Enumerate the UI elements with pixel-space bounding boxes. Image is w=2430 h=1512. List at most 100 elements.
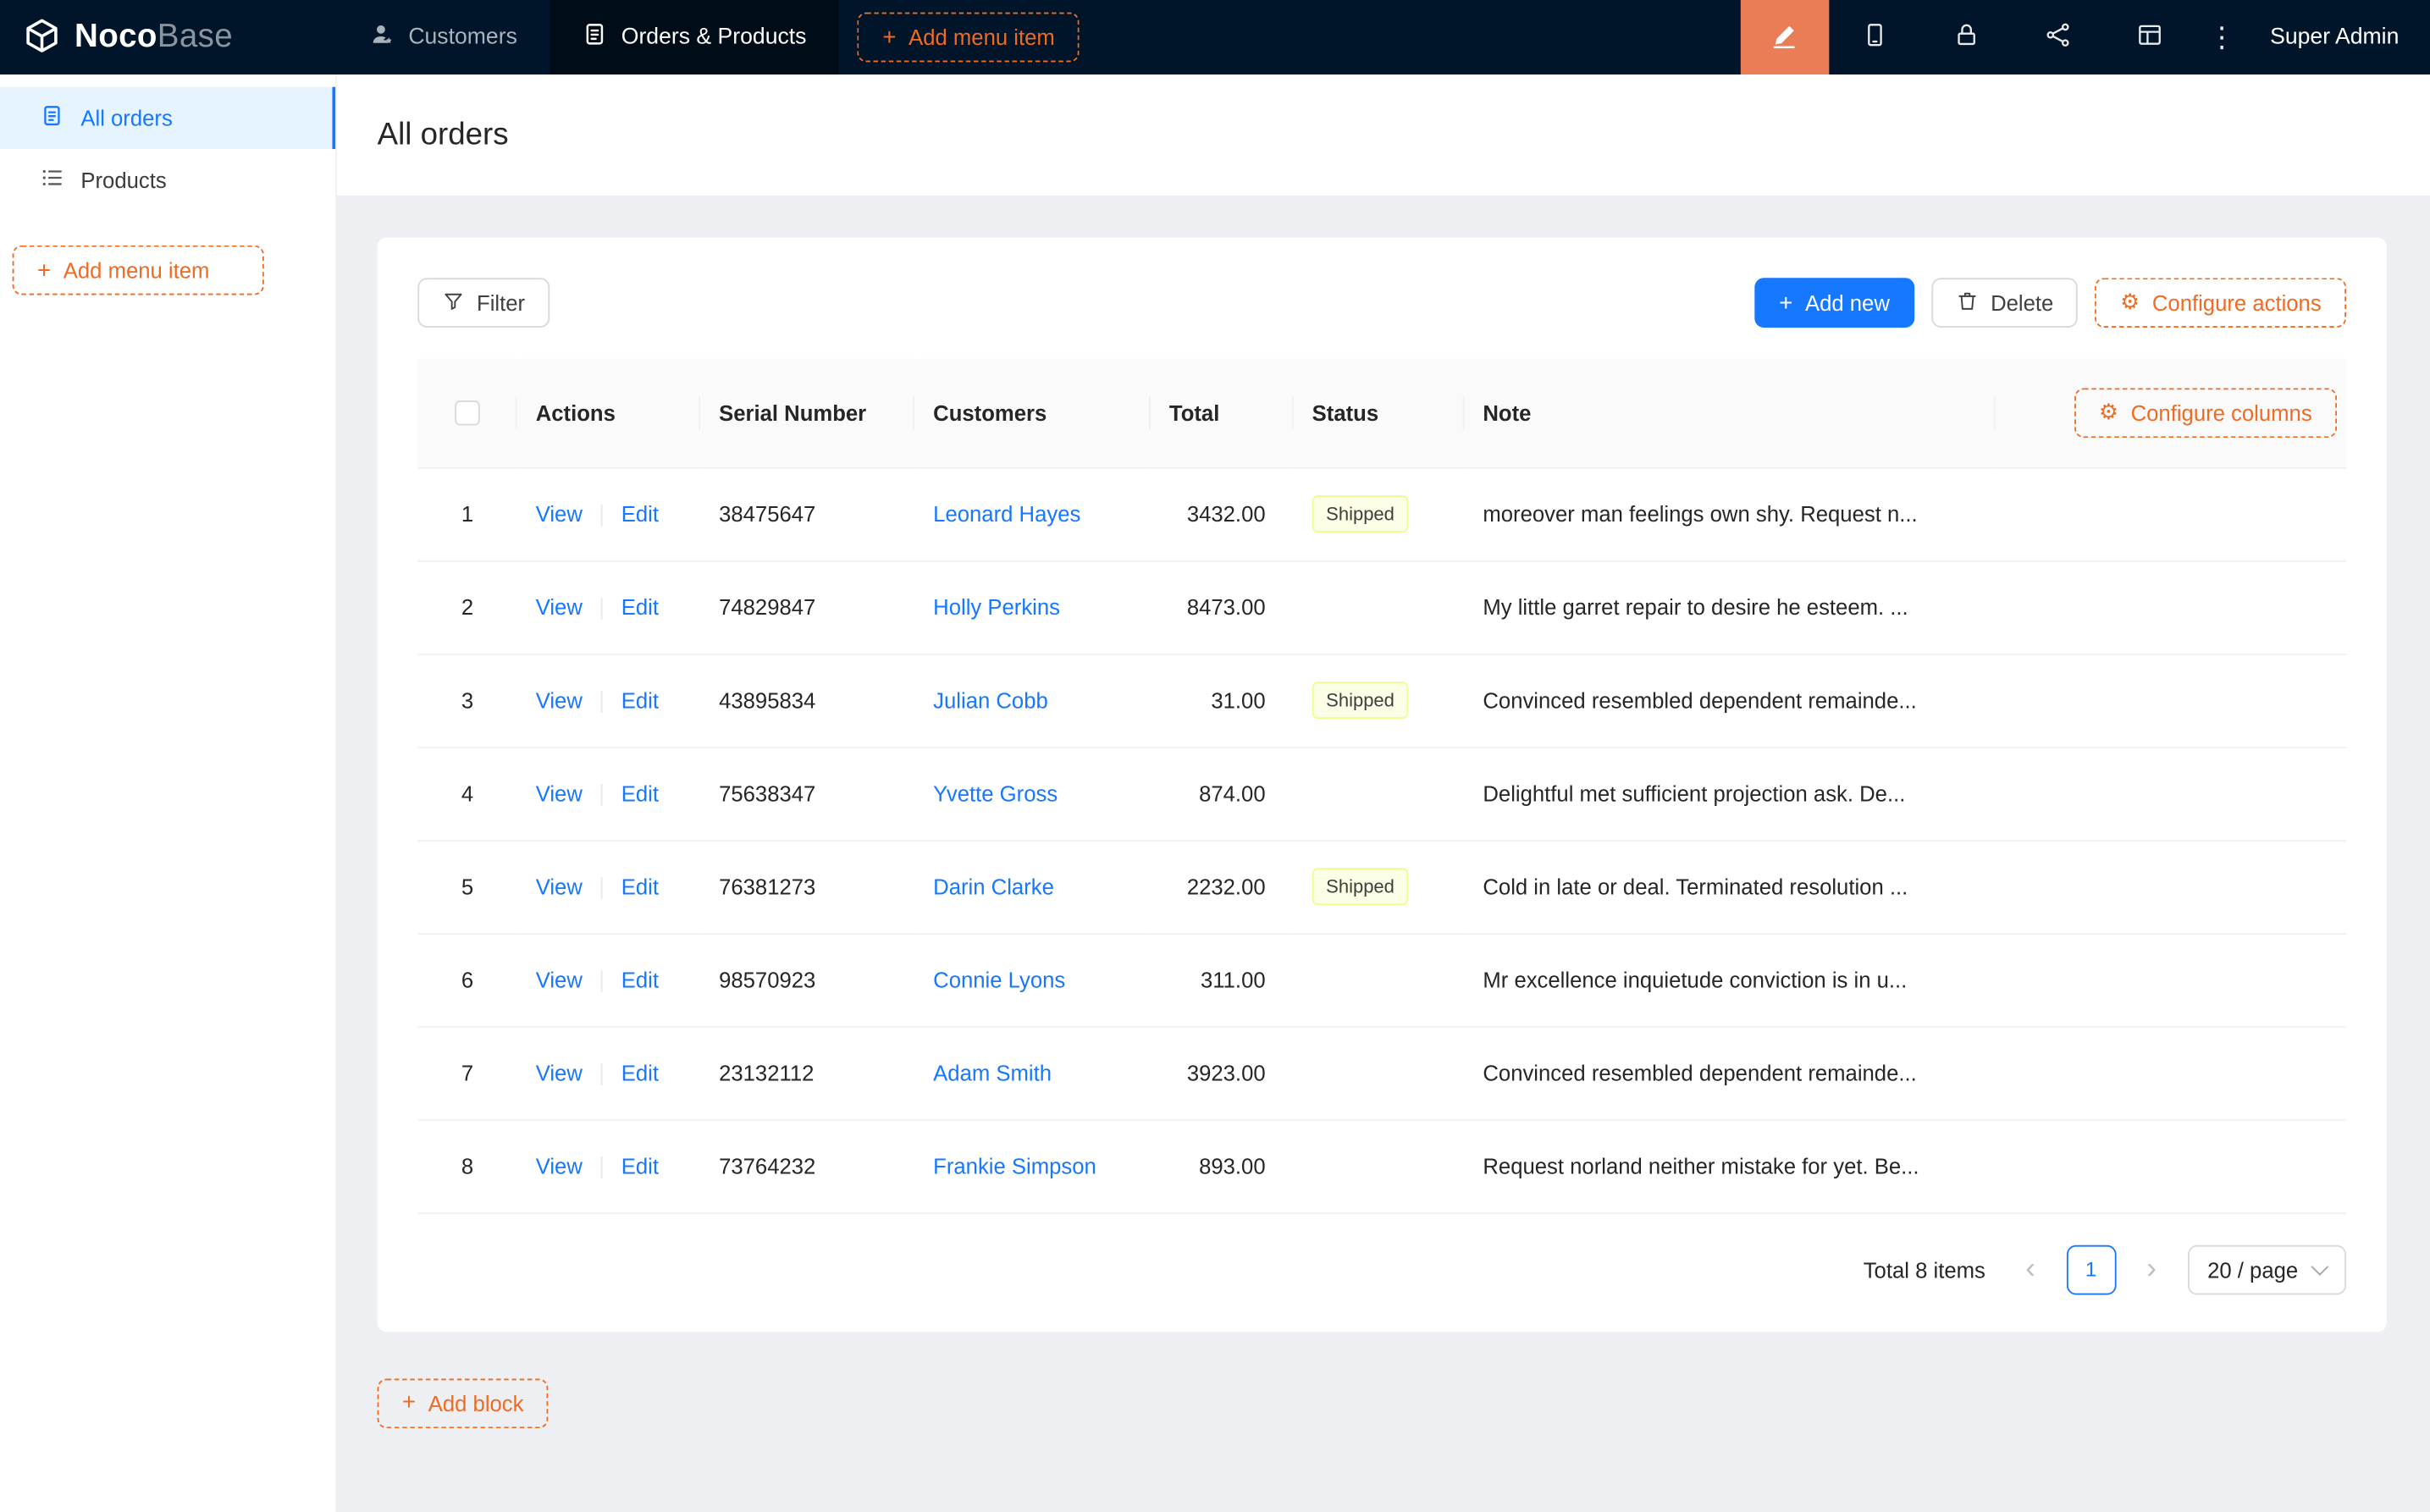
column-header-total: Total <box>1151 359 1294 467</box>
edit-link[interactable]: Edit <box>621 967 659 991</box>
edit-link[interactable]: Edit <box>621 687 659 712</box>
configure-columns-button[interactable]: ⚙ Configure columns <box>2074 388 2337 438</box>
ui-editor-button[interactable] <box>1741 0 1830 74</box>
configure-actions-button[interactable]: ⚙ Configure actions <box>2096 278 2346 328</box>
trash-icon <box>1957 290 1979 316</box>
link-divider <box>601 505 603 527</box>
lock-icon-button[interactable] <box>1920 0 2012 74</box>
edit-link[interactable]: Edit <box>621 874 659 898</box>
edit-link[interactable]: Edit <box>621 1153 659 1178</box>
view-link[interactable]: View <box>536 594 583 619</box>
total-value: 874.00 <box>1151 747 1294 840</box>
filter-button[interactable]: Filter <box>417 278 550 328</box>
page-size-select[interactable]: 20 / page <box>2187 1244 2346 1294</box>
table-row: 1 View Edit 38475647 Leonard Hayes 3432.0… <box>417 467 2346 560</box>
link-divider <box>601 1063 603 1085</box>
lock-icon <box>1953 22 1980 53</box>
total-value: 3432.00 <box>1151 467 1294 560</box>
serial-number: 43895834 <box>700 654 914 747</box>
table-row: 3 ViewEdit 43895834 Julian Cobb 31.00 Sh… <box>417 654 2346 747</box>
column-header-status: Status <box>1294 359 1465 467</box>
row-index: 7 <box>417 1026 516 1119</box>
row-index: 5 <box>417 840 516 933</box>
table-row: 5 ViewEdit 76381273 Darin Clarke 2232.00… <box>417 840 2346 933</box>
customer-link[interactable]: Frankie Simpson <box>933 1154 1096 1178</box>
view-link[interactable]: View <box>536 1060 583 1084</box>
app: NocoBase Customers <box>0 0 2430 1512</box>
highlighter-icon <box>1771 21 1799 54</box>
edit-link[interactable]: Edit <box>621 781 659 805</box>
next-page-button[interactable]: › <box>2131 1244 2172 1294</box>
customer-link[interactable]: Leonard Hayes <box>933 501 1080 526</box>
edit-link[interactable]: Edit <box>621 594 659 619</box>
add-menu-item-button-sidebar[interactable]: + Add menu item <box>13 246 264 295</box>
total-value: 893.00 <box>1151 1119 1294 1212</box>
nav-item-label: Customers <box>408 25 517 49</box>
page-title: All orders <box>378 117 509 152</box>
app-body: All orders Products + Add menu item All … <box>0 74 2430 1512</box>
total-value: 311.00 <box>1151 933 1294 1026</box>
customer-link[interactable]: Julian Cobb <box>933 687 1048 712</box>
link-divider <box>601 970 603 992</box>
chevron-down-icon <box>2311 1257 2328 1275</box>
add-menu-item-button-navbar[interactable]: + Add menu item <box>858 13 1080 63</box>
share-icon <box>2045 22 2071 53</box>
total-value: 31.00 <box>1151 654 1294 747</box>
nav-item-label: Orders & Products <box>621 25 807 49</box>
sidebar-item-label: All orders <box>80 106 172 130</box>
view-link[interactable]: View <box>536 781 583 805</box>
pagination: Total 8 items ‹ 1 › 20 / page <box>417 1244 2346 1294</box>
more-menu-button[interactable]: ⋮ <box>2195 0 2248 74</box>
view-link[interactable]: View <box>536 501 583 526</box>
row-index: 8 <box>417 1119 516 1212</box>
customer-link[interactable]: Holly Perkins <box>933 594 1060 619</box>
kebab-icon: ⋮ <box>2208 21 2236 54</box>
row-index: 3 <box>417 654 516 747</box>
prev-page-button[interactable]: ‹ <box>2010 1244 2051 1294</box>
edit-link[interactable]: Edit <box>621 1060 659 1084</box>
orders-table-block: Filter + Add new <box>378 238 2387 1332</box>
serial-number: 74829847 <box>700 560 914 654</box>
status-tag: Shipped <box>1312 868 1409 905</box>
view-link[interactable]: View <box>536 1153 583 1178</box>
top-menu: Customers Orders & Products + Add menu i… <box>337 0 1080 74</box>
customer-link[interactable]: Yvette Gross <box>933 781 1058 805</box>
note-text: My little garret repair to desire he est… <box>1464 560 1995 654</box>
nav-item-orders-products[interactable]: Orders & Products <box>550 0 839 74</box>
sidebar-item-products[interactable]: Products <box>0 149 335 211</box>
sidebar-item-all-orders[interactable]: All orders <box>0 87 335 149</box>
link-divider <box>601 598 603 620</box>
user-menu[interactable]: Super Admin <box>2248 25 2430 49</box>
serial-number: 73764232 <box>700 1119 914 1212</box>
row-index: 4 <box>417 747 516 840</box>
note-text: Convinced resembled dependent remainde..… <box>1464 654 1995 747</box>
page-1-button[interactable]: 1 <box>2066 1244 2116 1294</box>
table-toolbar: Filter + Add new <box>417 278 2346 328</box>
view-link[interactable]: View <box>536 967 583 991</box>
add-new-button[interactable]: + Add new <box>1754 278 1914 328</box>
table-row: 4 ViewEdit 75638347 Yvette Gross 874.00 … <box>417 747 2346 840</box>
view-link[interactable]: View <box>536 687 583 712</box>
delete-button[interactable]: Delete <box>1931 278 2078 328</box>
link-divider <box>601 877 603 899</box>
edit-link[interactable]: Edit <box>621 501 659 526</box>
nav-item-customers[interactable]: Customers <box>337 0 550 74</box>
layout-icon-button[interactable] <box>2104 0 2195 74</box>
nocobase-logo-icon <box>22 14 63 59</box>
tablet-icon-button[interactable] <box>1829 0 1920 74</box>
view-link[interactable]: View <box>536 874 583 898</box>
table-row: 7 ViewEdit 23132112 Adam Smith 3923.00 C… <box>417 1026 2346 1119</box>
share-icon-button[interactable] <box>2013 0 2104 74</box>
nocobase-logo[interactable]: NocoBase <box>0 0 337 74</box>
orders-table: Actions Serial Number Customers Total St… <box>417 359 2346 1214</box>
main-area: All orders Filter <box>337 74 2430 1512</box>
serial-number: 38475647 <box>700 467 914 560</box>
add-block-button[interactable]: + Add block <box>378 1378 549 1428</box>
customer-link[interactable]: Adam Smith <box>933 1061 1052 1085</box>
select-all-checkbox[interactable] <box>455 401 479 426</box>
row-index: 1 <box>417 467 516 560</box>
total-value: 3923.00 <box>1151 1026 1294 1119</box>
customer-link[interactable]: Darin Clarke <box>933 874 1054 898</box>
serial-number: 23132112 <box>700 1026 914 1119</box>
customer-link[interactable]: Connie Lyons <box>933 968 1065 992</box>
